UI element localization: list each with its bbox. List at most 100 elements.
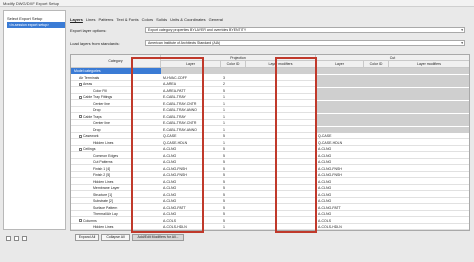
cut-layer-cell[interactable]: A-CLNG [316,211,364,217]
add-modifiers-button[interactable]: Add/Edit Modifiers for All... [132,234,184,241]
projection-color-cell[interactable]: 1 [223,120,245,126]
duplicate-setup-icon[interactable] [14,236,19,241]
cut-modifiers-cell[interactable] [389,74,469,81]
cut-color-cell[interactable] [364,185,389,191]
expand-toggle-icon[interactable] [79,115,82,119]
cut-layer-cell[interactable]: A-CLNG [316,179,364,185]
cut-color-cell[interactable] [364,126,389,133]
cut-layer-cell[interactable]: Q-CASE [316,133,364,139]
projection-color-cell[interactable]: 5 [223,172,245,178]
projection-color-cell[interactable]: 5 [223,192,245,198]
cut-modifiers-cell[interactable] [389,140,469,146]
cut-color-cell[interactable] [364,94,389,100]
cut-color-cell[interactable] [364,74,389,81]
cut-modifiers-cell[interactable] [389,133,469,139]
cut-layer-cell[interactable] [316,113,364,120]
cut-color-cell[interactable] [364,166,389,172]
cut-color-cell[interactable] [364,205,389,211]
cut-color-cell[interactable] [364,107,389,113]
tab-solids[interactable]: Solids [156,17,167,23]
tab-layers[interactable]: Layers [70,17,83,23]
expand-all-button[interactable]: Expand All [75,234,99,241]
cut-layer-cell[interactable]: A-CLNG-FNSH [316,172,364,178]
expand-toggle-icon[interactable] [79,95,82,99]
cut-modifiers-cell[interactable] [389,205,469,211]
cut-layer-cell[interactable]: A-CLNG [316,192,364,198]
cut-modifiers-cell[interactable] [389,107,469,113]
cut-modifiers-cell[interactable] [389,211,469,217]
projection-color-cell[interactable]: 5 [223,179,245,185]
cut-modifiers-cell[interactable] [389,113,469,120]
cut-color-cell[interactable] [364,198,389,204]
cut-modifiers-cell[interactable] [389,198,469,204]
cut-color-cell[interactable] [364,100,389,107]
cut-color-cell[interactable] [364,120,389,126]
cut-modifiers-cell[interactable] [389,146,469,152]
cut-modifiers-cell[interactable] [389,153,469,159]
projection-color-cell[interactable]: 1 [223,94,245,100]
projection-color-cell[interactable]: 5 [223,166,245,172]
cut-modifiers-cell[interactable] [389,87,469,94]
load-standards-select[interactable]: American Institute of Architects Standar… [145,40,465,46]
projection-color-cell[interactable]: 5 [223,211,245,217]
cut-color-cell[interactable] [364,140,389,146]
cut-modifiers-cell[interactable] [389,192,469,198]
projection-color-cell[interactable]: 3 [223,75,245,81]
projection-color-header[interactable]: Color ID [221,61,246,68]
cut-color-cell[interactable] [364,159,389,165]
cut-color-cell[interactable] [364,153,389,159]
cut-modifiers-cell[interactable] [389,81,469,87]
cut-color-cell[interactable] [364,133,389,139]
projection-color-cell[interactable]: 5 [223,198,245,204]
cut-layer-cell[interactable]: A-CLNG [316,159,364,165]
cut-layer-cell[interactable]: A-CLNG [316,198,364,204]
cut-color-cell[interactable] [364,192,389,198]
tab-general[interactable]: General [209,17,223,23]
projection-color-cell[interactable]: 1 [223,127,245,133]
expand-toggle-icon[interactable] [79,134,82,138]
cut-layer-cell[interactable]: Q-CASE-HDLN [316,140,364,146]
cut-layer-cell[interactable]: A-CLNG-FNSH [316,166,364,172]
projection-color-cell[interactable]: 5 [223,133,245,139]
cut-layer-cell[interactable] [316,107,364,113]
new-setup-icon[interactable] [6,236,11,241]
cut-layer-cell[interactable] [316,120,364,126]
expand-toggle-icon[interactable] [79,219,82,223]
cut-layer-cell[interactable] [316,81,364,87]
projection-color-cell[interactable]: 1 [223,101,245,107]
cut-layer-cell[interactable]: A-CLNG-PATT [316,205,364,211]
cut-color-cell[interactable] [364,146,389,152]
cut-color-cell[interactable] [364,172,389,178]
cut-color-cell[interactable] [364,87,389,94]
projection-color-cell[interactable]: 5 [223,153,245,159]
projection-color-cell[interactable]: 5 [223,218,245,224]
cut-color-cell[interactable] [364,81,389,87]
projection-color-cell[interactable]: 5 [223,185,245,191]
cut-modifiers-cell[interactable] [389,172,469,178]
cut-color-cell[interactable] [364,211,389,217]
cut-modifiers-cell[interactable] [389,100,469,107]
tab-lines[interactable]: Lines [86,17,96,23]
cut-layer-cell[interactable]: A-COLS [316,218,364,224]
collapse-all-button[interactable]: Collapse All [101,234,130,241]
projection-color-cell[interactable]: 2 [223,81,245,87]
cut-layer-cell[interactable] [316,126,364,133]
cut-modifiers-cell[interactable] [389,179,469,185]
projection-color-cell[interactable]: 5 [223,88,245,94]
tab-text-fonts[interactable]: Text & Fonts [116,17,138,23]
projection-color-cell[interactable]: 1 [223,224,245,230]
projection-color-cell[interactable]: 1 [223,107,245,113]
cut-modifiers-cell[interactable] [389,94,469,100]
cut-modifiers-cell[interactable] [389,218,469,224]
cut-color-cell[interactable] [364,218,389,224]
projection-color-cell[interactable]: 5 [223,159,245,165]
cut-layer-cell[interactable] [316,100,364,107]
cut-modifiers-cell[interactable] [389,185,469,191]
cut-color-header[interactable]: Color ID [364,61,389,68]
cut-layer-cell[interactable] [316,87,364,94]
cut-modifiers-header[interactable]: Layer modifiers [389,61,469,68]
cut-modifiers-cell[interactable] [389,159,469,165]
tab-units-coordinates[interactable]: Units & Coordinates [170,17,206,23]
cut-color-cell[interactable] [364,224,389,230]
expand-toggle-icon[interactable] [79,147,82,151]
